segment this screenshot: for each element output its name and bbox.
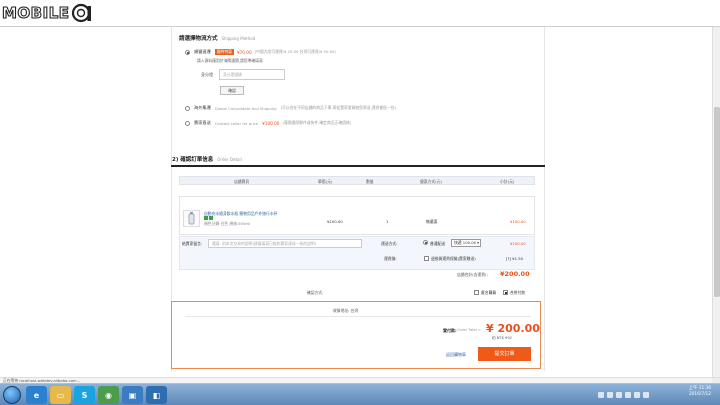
shop-total-label: 店鋪合計(含運費): xyxy=(457,272,488,277)
product-link[interactable]: 自動充水隨身飲水瓶 寵物用品戶外旅行水杯 顏色分類:白色 規格:500ml xyxy=(204,211,308,226)
consolidate-label: 合併付款 xyxy=(510,290,526,295)
app-icon[interactable]: ◧ xyxy=(146,386,167,404)
order-section-title: 2) 確認訂單信息 Order Detail xyxy=(172,157,242,163)
system-tray xyxy=(598,388,682,402)
id-number-input[interactable]: 身分證號碼 xyxy=(219,69,285,80)
green-tag-icon xyxy=(209,216,213,220)
pay-label-en: Order Total ≈ xyxy=(457,328,481,332)
delivery-price: ¥100.00 xyxy=(510,241,526,246)
scrollbar-thumb[interactable] xyxy=(714,107,720,297)
green-tag-icon xyxy=(204,216,208,220)
radio-consolidate[interactable] xyxy=(185,105,190,111)
col-subtotal: 小計(元) xyxy=(500,179,515,184)
start-button[interactable] xyxy=(3,386,21,404)
logo-01-mark xyxy=(71,3,91,23)
chevron-down-icon: ▾ xyxy=(477,240,479,245)
order-total: ¥ 200.00 xyxy=(486,322,540,335)
skype-icon[interactable]: S xyxy=(74,386,95,404)
product-image-icon xyxy=(188,212,195,225)
insurance-text: 退換貨運費保險(賣家贈送) xyxy=(431,256,476,261)
tray-network-icon[interactable] xyxy=(607,392,613,398)
shop-total: ¥200.00 xyxy=(500,270,530,278)
chrome-icon[interactable]: ◉ xyxy=(98,386,119,404)
id-label: 身分證 xyxy=(201,72,213,77)
anonymous-label: 匿名購買 xyxy=(481,290,497,295)
submit-order-button[interactable]: 提交訂單 xyxy=(478,347,531,361)
tray-volume-icon[interactable] xyxy=(616,392,622,398)
message-label: 給賣家留言: xyxy=(182,241,203,246)
pay-label: 實付款: xyxy=(443,328,457,333)
ie-icon[interactable]: e xyxy=(26,386,47,404)
folder-icon[interactable]: ▭ xyxy=(50,386,71,404)
tray-ime-icon[interactable] xyxy=(625,392,631,398)
radio-seller[interactable] xyxy=(185,120,190,126)
tray-flag-icon[interactable] xyxy=(598,392,604,398)
delivery-label: 運送方式: xyxy=(381,241,398,246)
windows-taskbar: e ▭ S ◉ ▣ ◧ 上午 11:36 2016/7/12 xyxy=(0,383,720,405)
section-divider xyxy=(171,165,545,167)
shipping-address: 收貨地址: 台灣 xyxy=(333,308,359,313)
insurance-label: 運費險: xyxy=(384,256,397,261)
logo-text: MOBILE xyxy=(1,3,70,22)
confirm-button[interactable]: 確認 xyxy=(220,86,244,95)
shipping-section-title: 請選擇物流方式 Shipping Method xyxy=(179,36,256,42)
promo-badge: 限時特惠 xyxy=(214,49,234,55)
summary-divider xyxy=(185,316,531,317)
product-discount: 無優惠 xyxy=(426,219,438,224)
col-qty: 數量 xyxy=(366,179,374,184)
delivery-select[interactable]: 快遞 100.00 ▾ xyxy=(451,239,481,247)
consolidate-checkbox[interactable] xyxy=(503,290,508,295)
site-header: MOBILE xyxy=(0,0,720,27)
tray-app-icon[interactable] xyxy=(643,392,649,398)
page-scrollbar[interactable] xyxy=(712,27,720,377)
tray-app-icon[interactable] xyxy=(634,392,640,398)
taskbar-clock[interactable]: 上午 11:36 2016/7/12 xyxy=(683,386,717,398)
order-table-header: 店鋪寶貝 單價(元) 數量 優惠方式(元) 小計(元) xyxy=(179,176,535,185)
col-item: 店鋪寶貝 xyxy=(234,179,250,184)
shipping-option-sf[interactable]: 順豐速運 限時特惠 ¥70.00 (中國大陸可運費/¥ 25.00 台灣可運費/… xyxy=(185,49,336,55)
anonymous-checkbox[interactable] xyxy=(474,290,479,295)
shipping-option-consolidate[interactable]: 海外集運 Global Consolidate and Shipping (可以… xyxy=(185,105,396,111)
shipping-option-seller[interactable]: 賣家直送 Contact seller for price ¥100.00 (僅… xyxy=(185,120,351,126)
product-price: ¥100.00 xyxy=(327,219,343,224)
invoice-label: 確認方式: xyxy=(307,290,324,295)
delivery-option: 普通配送 xyxy=(430,241,446,246)
col-discount: 優惠方式(元) xyxy=(420,179,442,184)
radio-sf-selected[interactable] xyxy=(185,49,190,55)
col-price: 單價(元) xyxy=(318,179,333,184)
radio-delivery[interactable] xyxy=(423,240,428,245)
product-subtotal: ¥100.00 xyxy=(510,219,526,224)
seller-message-input[interactable]: 選填: 對本次交易的說明(建議填寫已經和賣家達成一致的說明) xyxy=(208,239,362,248)
insurance-checkbox[interactable] xyxy=(424,256,429,261)
mobile01-logo[interactable]: MOBILE xyxy=(1,3,93,23)
insurance-price: [?] ¥1.50 xyxy=(506,256,524,261)
order-total-twd: 約 NT$ 992 xyxy=(492,336,512,340)
app-icon[interactable]: ▣ xyxy=(122,386,143,404)
product-qty: 1 xyxy=(386,219,389,224)
product-thumbnail[interactable] xyxy=(183,210,200,227)
id-hint: 請入資料僅用於海關通關,請您準確填寫 xyxy=(197,58,263,63)
back-to-cart-link[interactable]: 返回購物車 xyxy=(446,352,466,358)
